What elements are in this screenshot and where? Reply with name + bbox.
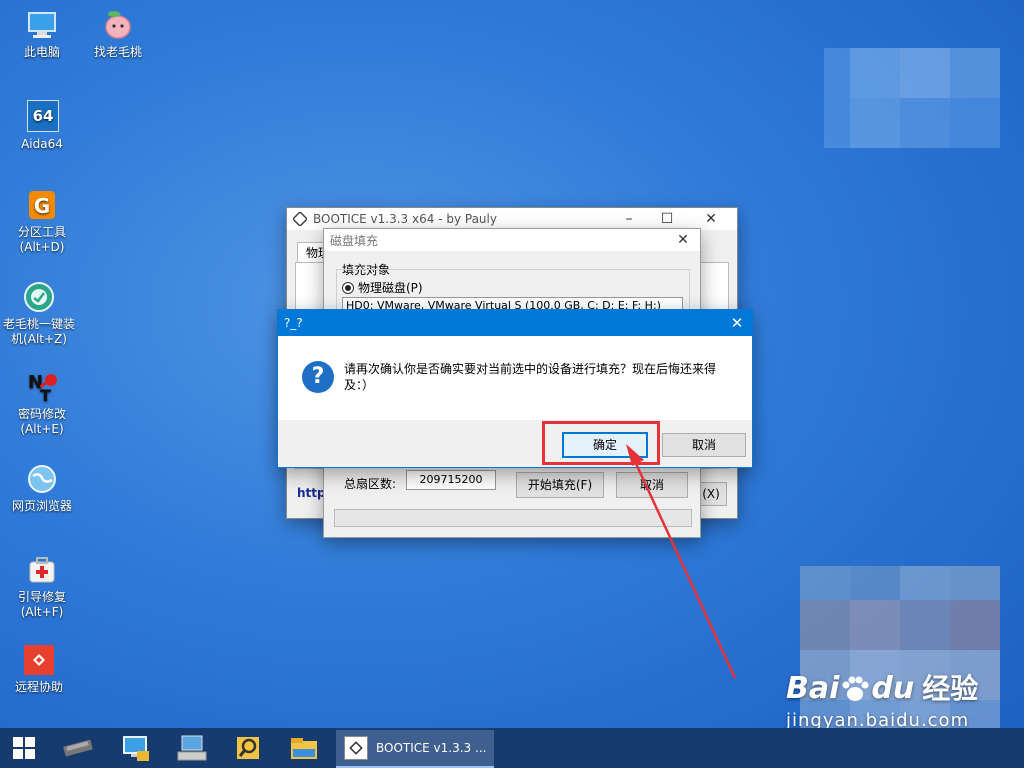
- start-button[interactable]: [0, 728, 48, 768]
- confirm-cancel-button[interactable]: 取消: [662, 433, 746, 457]
- file-explorer-icon: [291, 738, 317, 759]
- fill-cancel-button[interactable]: 取消: [616, 472, 688, 498]
- maximize-button[interactable]: ☐: [649, 208, 685, 230]
- close-button[interactable]: ✕: [668, 229, 698, 251]
- network-computer-icon: [123, 736, 149, 761]
- search-magnifier-icon: [237, 737, 259, 759]
- taskbar-bootice-task[interactable]: BOOTICE v1.3.3 ...: [336, 730, 494, 768]
- start-icon: [13, 737, 35, 759]
- keyboard-monitor-icon: [177, 735, 207, 761]
- taskbar-explorer-button[interactable]: [276, 728, 332, 768]
- desktop-icon-label: 此电脑: [23, 45, 60, 59]
- desktop-icon-aida64[interactable]: 64 Aida64: [0, 98, 84, 152]
- start-fill-button[interactable]: 开始填充(F): [516, 472, 604, 498]
- peach-icon: [101, 8, 135, 42]
- desktop-icon-password-edit[interactable]: NT 密码修改 (Alt+E): [0, 370, 84, 437]
- desktop-icon-label: 找老毛桃: [93, 45, 142, 59]
- desktop-icon-browser[interactable]: 网页浏览器: [0, 462, 84, 514]
- taskbar-hardware-button[interactable]: [48, 728, 108, 768]
- watermark-brand: Bai: [786, 671, 840, 706]
- fill-cancel-label: 取消: [639, 478, 664, 492]
- disk-fill-title: 磁盘填充: [330, 233, 379, 248]
- partition-tool-icon: G: [25, 188, 59, 222]
- bootice-app-icon: [293, 212, 307, 226]
- watermark-brand-cn: 经验: [922, 672, 979, 705]
- watermark-brand-suffix: du: [871, 671, 915, 706]
- taskbar: [0, 728, 1024, 768]
- desktop-icon-partition-tool[interactable]: G 分区工具 (Alt+D): [0, 188, 84, 255]
- taskbar-search-button[interactable]: [220, 728, 276, 768]
- question-icon: ?: [302, 361, 334, 393]
- taskbar-keyboard-button[interactable]: [164, 728, 220, 768]
- baidu-watermark: Bai du 经验 jingyan.baidu.com: [786, 671, 979, 732]
- paw-icon: [840, 674, 870, 704]
- remote-assist-icon: [22, 643, 56, 677]
- disk-fill-titlebar: 磁盘填充 ✕: [324, 229, 700, 251]
- desktop-icon-label: Aida64: [21, 137, 63, 151]
- confirm-dialog: ?_? ✕ ? 请再次确认你是否确实要对当前选中的设备进行填充？现在后悔还来得及…: [277, 309, 753, 468]
- desktop-icon-label: 老毛桃一键装 机(Alt+Z): [2, 317, 75, 346]
- desktop-icon-label: 引导修复 (Alt+F): [17, 590, 66, 619]
- confirm-titlebar: ?_? ✕: [278, 310, 752, 336]
- bootice-task-icon: [344, 736, 368, 760]
- computer-icon: [25, 8, 59, 42]
- cancel-label: 取消: [691, 438, 716, 452]
- desktop-icon-find-laomaotao[interactable]: 找老毛桃: [76, 8, 160, 60]
- desktop-icon-label: 分区工具 (Alt+D): [17, 225, 66, 254]
- svg-text:G: G: [34, 194, 50, 218]
- radio-label: 物理磁盘(P): [358, 281, 423, 295]
- exit-button-label: (X): [702, 487, 720, 501]
- taskbar-network-button[interactable]: [108, 728, 164, 768]
- desktop-icon-remote-assist[interactable]: 远程协助: [0, 643, 81, 695]
- desktop-icon-label: 远程协助: [14, 680, 63, 694]
- bootice-titlebar: BOOTICE v1.3.3 x64 - by Pauly – ☐ ✕: [287, 208, 737, 230]
- sector-count-label: 总扇区数:: [344, 477, 397, 491]
- desktop-icon-one-click-install[interactable]: 老毛桃一键装 机(Alt+Z): [0, 280, 81, 347]
- hardware-chip-icon: [63, 739, 93, 757]
- aida64-badge: 64: [27, 100, 59, 132]
- bootice-title: BOOTICE v1.3.3 x64 - by Pauly: [313, 212, 497, 226]
- desktop-icon-boot-repair[interactable]: 引导修复 (Alt+F): [0, 553, 84, 620]
- bootice-task-label: BOOTICE v1.3.3 ...: [376, 741, 487, 755]
- desktop-icon-label: 网页浏览器: [11, 499, 72, 513]
- close-button[interactable]: ✕: [722, 310, 752, 336]
- browser-icon: [25, 462, 59, 496]
- radio-selected-icon: [342, 281, 354, 294]
- annotation-highlight-box: [542, 421, 660, 465]
- confirm-title: ?_?: [284, 316, 303, 330]
- svg-text:T: T: [40, 386, 51, 404]
- password-edit-icon: NT: [25, 370, 59, 405]
- desktop-icon-label: 密码修改 (Alt+E): [17, 407, 66, 436]
- physical-disk-radio[interactable]: 物理磁盘(P): [342, 279, 423, 296]
- aida64-icon: 64: [25, 100, 59, 134]
- fill-progress-bar: [334, 509, 692, 527]
- confirm-message: 请再次确认你是否确实要对当前选中的设备进行填充？现在后悔还来得及：）: [344, 362, 717, 392]
- desktop-icon-this-pc[interactable]: 此电脑: [0, 8, 84, 60]
- one-click-install-icon: [22, 280, 56, 314]
- mosaic-top-right: [824, 48, 1000, 148]
- boot-repair-icon: [25, 553, 59, 587]
- start-fill-label: 开始填充(F): [527, 478, 593, 492]
- sector-count-value: 209715200: [419, 473, 483, 486]
- sector-count-field[interactable]: 209715200: [406, 470, 496, 490]
- close-button[interactable]: ✕: [693, 208, 729, 230]
- minimize-button[interactable]: –: [611, 208, 647, 230]
